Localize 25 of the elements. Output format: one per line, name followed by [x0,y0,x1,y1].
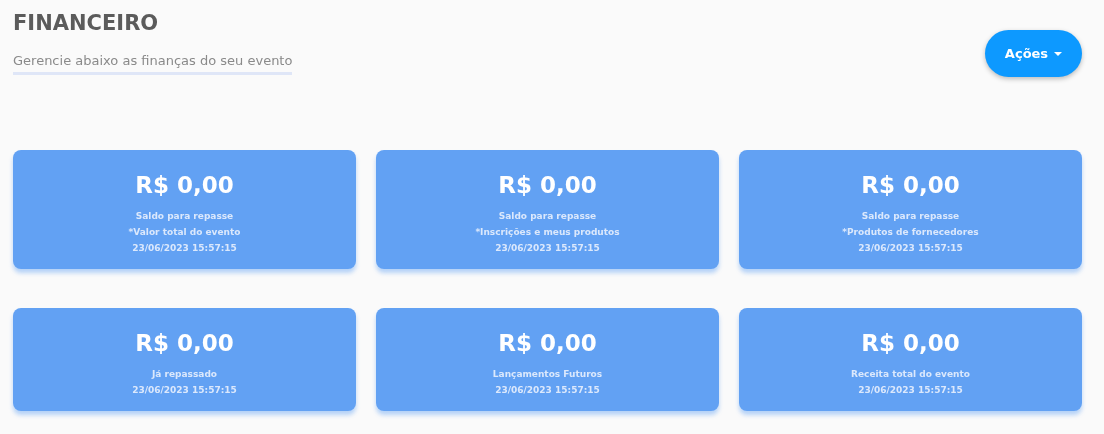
card-caption: *Valor total do evento [128,226,241,239]
actions-button[interactable]: Ações [985,30,1082,77]
card-caption: Saldo para repasse [861,210,960,223]
page-title: FINANCEIRO [13,10,159,36]
card-caption: 23/06/2023 15:57:15 [495,242,600,255]
amount-value: R$ 0,00 [135,171,234,200]
amount-value: R$ 0,00 [498,329,597,358]
card-caption: Saldo para repasse [135,210,234,223]
card-caption: Saldo para repasse [498,210,597,223]
page-subtitle: Gerencie abaixo as finanças do seu evento [13,53,293,75]
card-caption: 23/06/2023 15:57:15 [858,384,963,397]
card-caption: Receita total do evento [851,368,970,381]
amount-value: R$ 0,00 [861,329,960,358]
card-caption: 23/06/2023 15:57:15 [858,242,963,255]
amount-value: R$ 0,00 [861,171,960,200]
amount-value: R$ 0,00 [498,171,597,200]
card-caption: 23/06/2023 15:57:15 [132,384,237,397]
card-caption: *Produtos de fornecedores [842,226,979,239]
card-caption: Lançamentos Futuros [492,368,603,381]
caret-icon [1054,51,1063,56]
card-caption: Já repassado [152,368,217,381]
amount-value: R$ 0,00 [135,329,234,358]
card-caption: *Inscrições e meus produtos [475,226,620,239]
card-caption: 23/06/2023 15:57:15 [495,384,600,397]
card-caption: 23/06/2023 15:57:15 [132,242,237,255]
